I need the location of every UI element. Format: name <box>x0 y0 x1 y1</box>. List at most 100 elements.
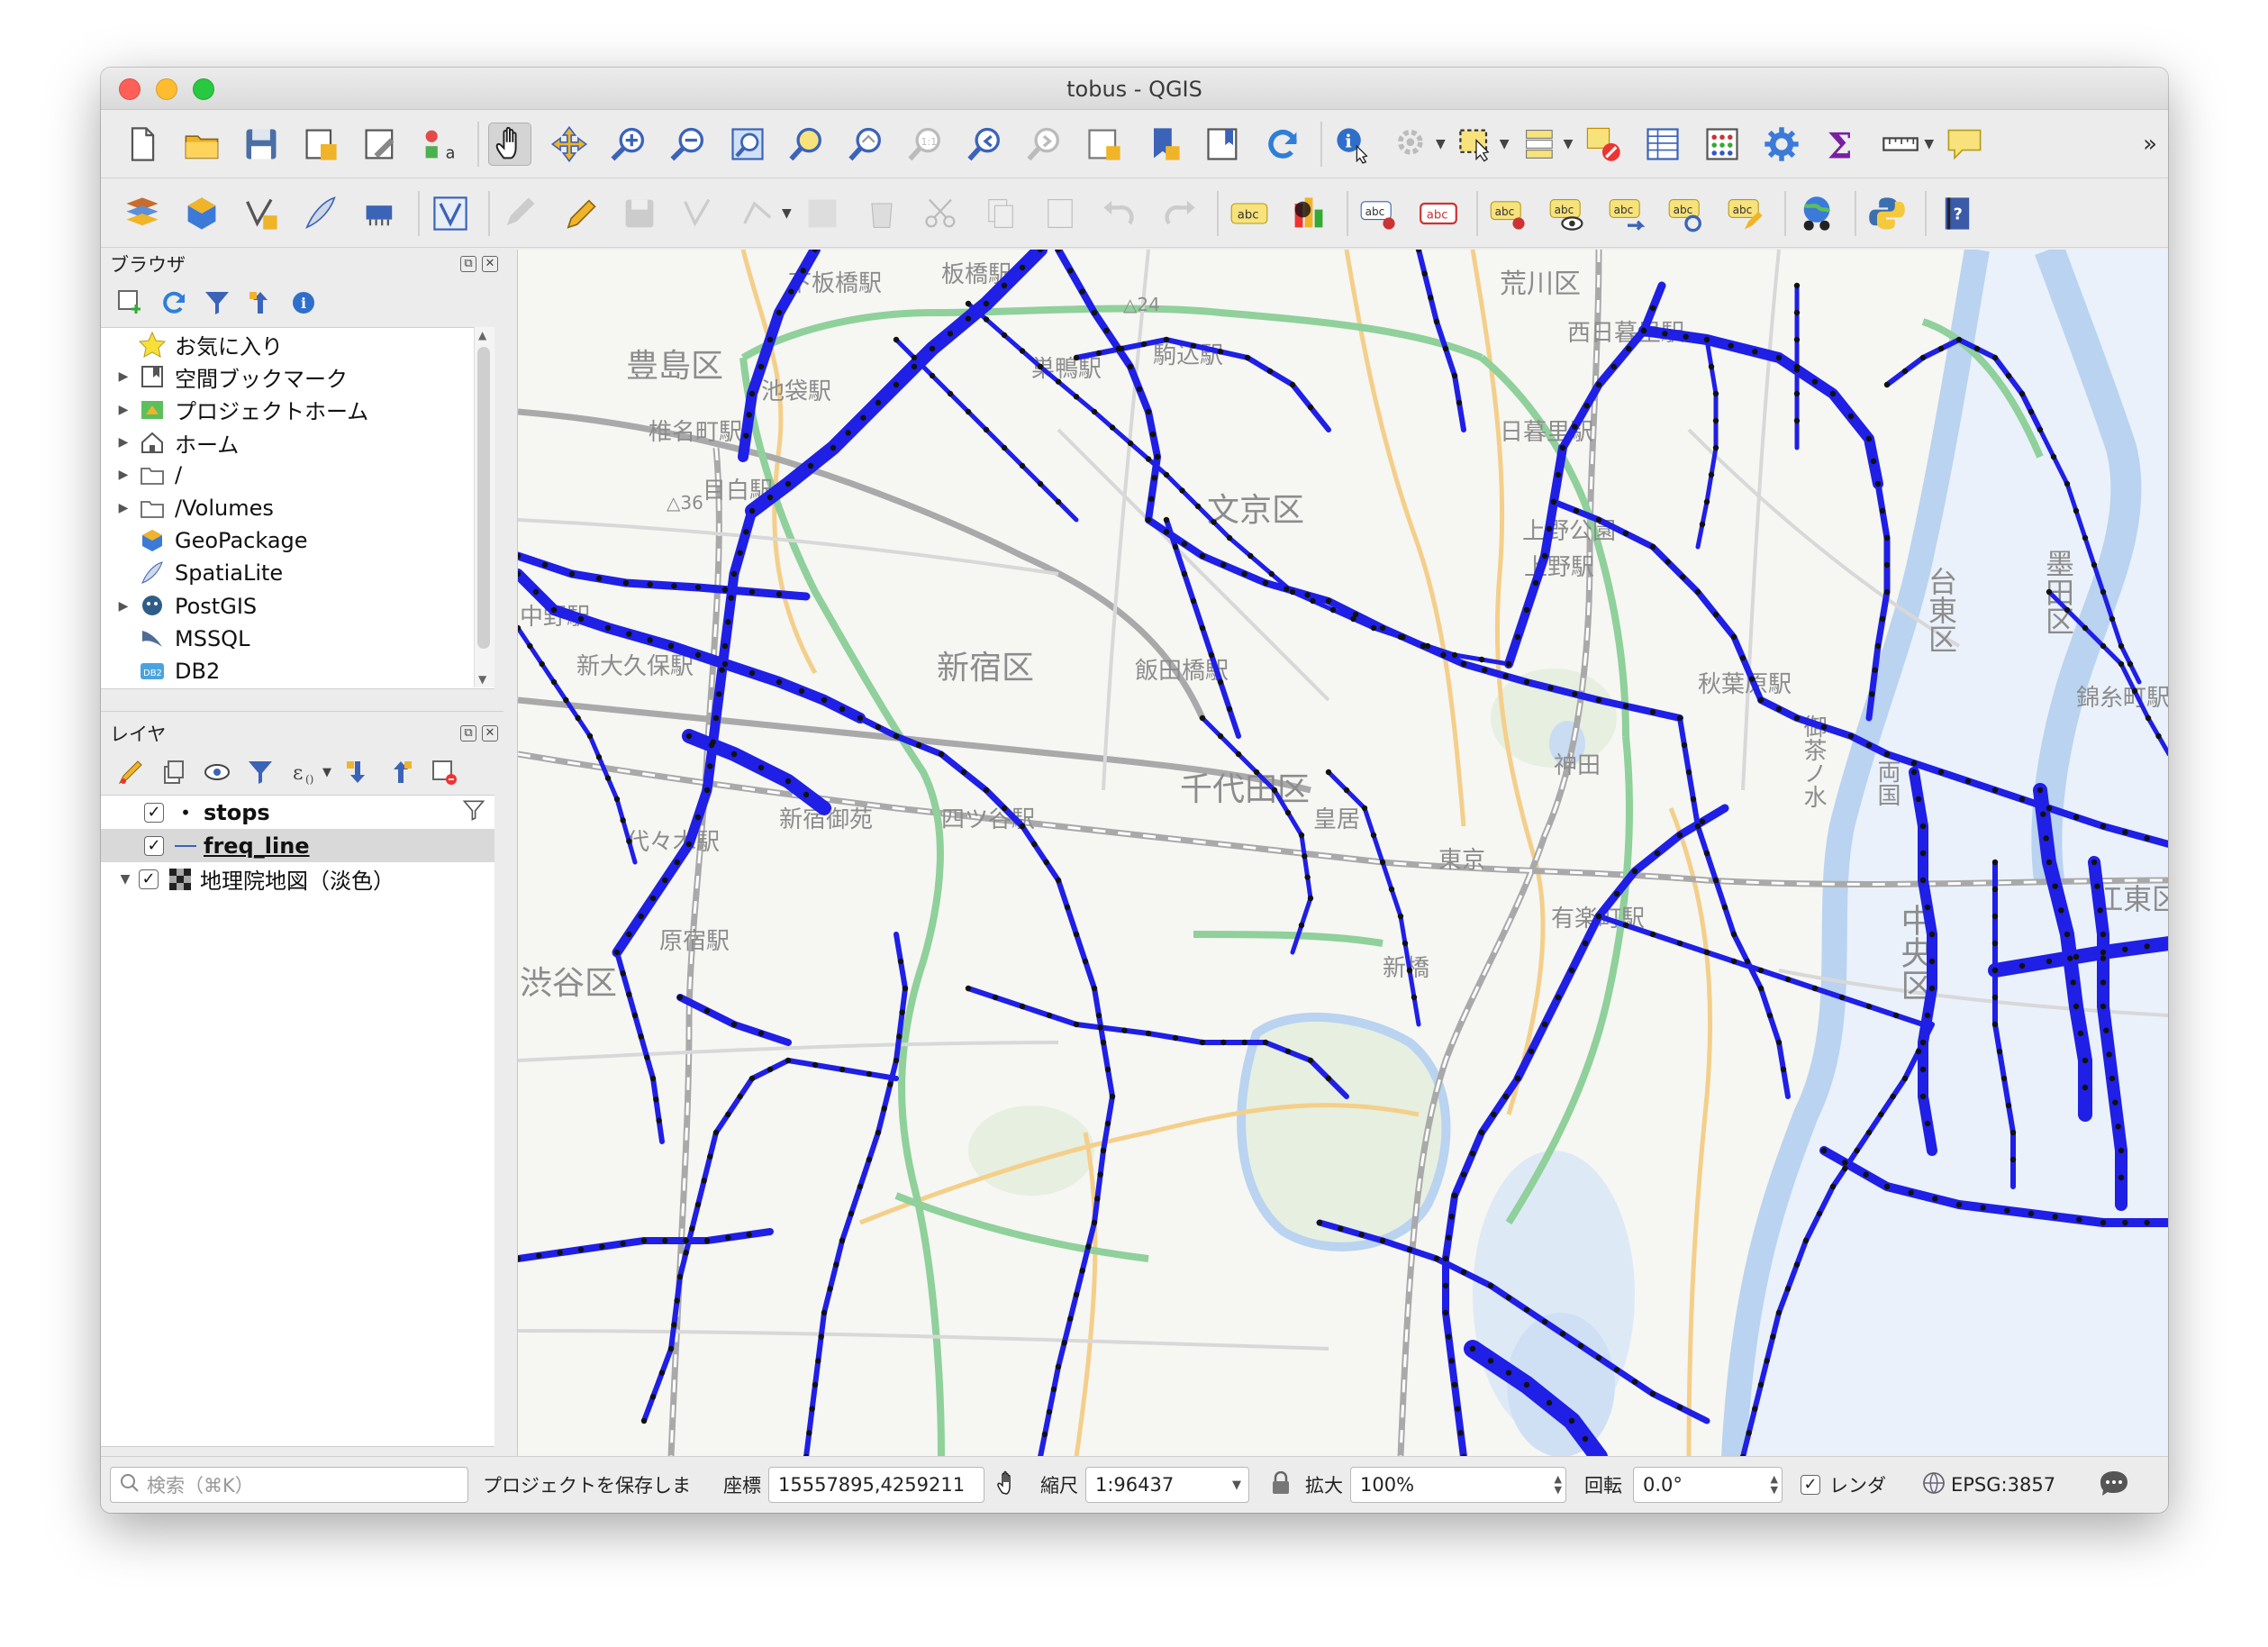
deselect-features-icon[interactable] <box>1582 123 1625 166</box>
zoom-out-icon[interactable] <box>667 123 710 166</box>
layer-visibility-checkbox[interactable]: ✓ <box>139 869 159 889</box>
zoom-next-icon[interactable] <box>1023 123 1066 166</box>
browser-item-2[interactable]: ▶ プロジェクトホーム <box>101 394 494 426</box>
toggle-editing-icon[interactable] <box>558 192 602 235</box>
expand-arrow-icon[interactable]: ▶ <box>110 468 137 482</box>
expand-arrow-icon[interactable]: ▶ <box>110 599 137 614</box>
select-by-expression-icon[interactable] <box>1519 123 1562 166</box>
map-svg[interactable]: 下板橋駅 板橋駅 荒川区豊島区池袋駅巣鴨駅 駒込駅西日暮里駅日暮里駅椎名町駅目白駅文京… <box>518 250 2168 1457</box>
magnifier-spinbox[interactable]: 100% ▲ ▼ <box>1350 1467 1566 1503</box>
browser-item-1[interactable]: ▶ 空間ブックマーク <box>101 360 494 393</box>
filter-by-expression-icon[interactable]: ε() <box>286 755 321 789</box>
browser-scrollbar[interactable]: ▲ ▼ <box>474 327 494 687</box>
layer-row-stops[interactable]: ✓ • stops <box>101 796 494 829</box>
move-label-icon[interactable]: abc <box>1487 192 1530 235</box>
browser-item-4[interactable]: ▶ / <box>101 459 494 491</box>
label-properties-icon[interactable]: abc <box>1725 192 1768 235</box>
browser-item-0[interactable]: お気に入り <box>101 328 494 360</box>
highlight-pinned-labels-icon[interactable]: abc <box>1417 192 1460 235</box>
chevron-down-icon[interactable]: ▼ <box>1500 137 1510 151</box>
browser-item-geopackage[interactable]: GeoPackage <box>101 524 494 557</box>
new-geopackage-layer-icon[interactable] <box>180 192 223 235</box>
lock-scale-icon[interactable] <box>1271 1470 1291 1499</box>
filter-browser-icon[interactable] <box>200 286 234 320</box>
redo-icon[interactable] <box>1157 192 1201 235</box>
copy-features-icon[interactable] <box>979 192 1022 235</box>
chevron-down-icon[interactable]: ▼ <box>1564 137 1574 151</box>
layer-visibility-checkbox[interactable]: ✓ <box>144 802 164 823</box>
add-group-icon[interactable] <box>157 755 191 789</box>
undo-icon[interactable] <box>1098 192 1141 235</box>
modify-attributes-icon[interactable] <box>801 192 844 235</box>
spinner-arrows-icon[interactable]: ▲ ▼ <box>1555 1474 1562 1496</box>
chevron-down-icon[interactable]: ▼ <box>1924 137 1934 151</box>
browser-item-spatialite[interactable]: SpatiaLite <box>101 557 494 589</box>
measure-line-icon[interactable] <box>1879 123 1922 166</box>
scroll-down-icon[interactable]: ▼ <box>478 673 486 686</box>
messages-icon[interactable] <box>2099 1470 2129 1501</box>
zoom-last-icon[interactable] <box>964 123 1007 166</box>
current-edits-icon[interactable] <box>499 192 542 235</box>
browser-item-wms-wmts[interactable]: WMS/WMTS <box>101 687 494 688</box>
paste-features-icon[interactable] <box>1039 192 1082 235</box>
expand-arrow-icon[interactable]: ▶ <box>110 435 137 450</box>
collapse-all-layers-icon[interactable] <box>384 755 418 789</box>
browser-item-3[interactable]: ▶ ホーム <box>101 426 494 459</box>
expand-arrow-icon[interactable]: ▶ <box>110 501 137 515</box>
save-project-icon[interactable] <box>240 123 283 166</box>
chevron-down-icon[interactable]: ▼ <box>1436 137 1446 151</box>
show-hide-labels-icon[interactable]: abc <box>1547 192 1590 235</box>
add-layer-icon[interactable] <box>113 286 148 320</box>
new-project-icon[interactable] <box>121 123 164 166</box>
zoom-to-selection-icon[interactable] <box>785 123 829 166</box>
crs-button[interactable]: EPSG:3857 <box>1951 1474 2055 1496</box>
run-feature-action-icon[interactable] <box>1391 123 1434 166</box>
zoom-in-icon[interactable] <box>607 123 650 166</box>
cut-features-icon[interactable] <box>920 192 963 235</box>
pan-map-icon[interactable] <box>488 122 531 166</box>
vertex-tool-icon[interactable] <box>737 192 780 235</box>
close-panel-icon[interactable]: ✕ <box>482 256 498 272</box>
refresh-icon[interactable] <box>1261 123 1304 166</box>
help-icon[interactable]: ? <box>1936 192 1979 235</box>
layer-labeling-icon[interactable]: abc <box>1228 192 1271 235</box>
toolbar-overflow-icon[interactable]: » <box>2143 131 2157 158</box>
manage-visibility-icon[interactable] <box>200 755 234 789</box>
collapse-all-icon[interactable] <box>243 286 277 320</box>
add-feature-icon[interactable] <box>677 192 721 235</box>
float-panel-icon[interactable]: ⧉ <box>460 725 476 742</box>
new-virtual-layer-icon[interactable] <box>429 192 472 235</box>
identify-features-icon[interactable]: i <box>1331 123 1374 166</box>
zoom-native-icon[interactable]: 1:1 <box>904 123 948 166</box>
show-bookmarks-icon[interactable] <box>1202 123 1245 166</box>
browser-item-mssql[interactable]: MSSQL <box>101 623 494 655</box>
scale-combobox[interactable]: 1:96437 ▼ <box>1085 1467 1249 1503</box>
delete-selected-icon[interactable] <box>860 192 903 235</box>
save-as-icon[interactable] <box>299 123 342 166</box>
select-features-icon[interactable] <box>1455 123 1498 166</box>
expand-all-icon[interactable] <box>340 755 375 789</box>
chevron-down-icon[interactable]: ▼ <box>322 766 331 779</box>
locator-search-input[interactable]: 検索（⌘K） <box>110 1467 468 1503</box>
quickmapservices-icon[interactable] <box>1795 192 1838 235</box>
data-source-manager-icon[interactable] <box>121 192 164 235</box>
style-panel-icon[interactable] <box>113 755 148 789</box>
render-checkbox[interactable]: ✓ <box>1801 1475 1820 1495</box>
crs-globe-icon[interactable] <box>1922 1471 1946 1499</box>
zoom-to-layer-icon[interactable] <box>845 123 888 166</box>
processing-toolbox-icon[interactable] <box>1760 123 1803 166</box>
scroll-thumb[interactable] <box>477 347 490 649</box>
filter-indicator-icon[interactable] <box>462 798 485 827</box>
new-temporary-layer-icon[interactable] <box>358 192 402 235</box>
map-tips-icon[interactable] <box>1943 123 1986 166</box>
scroll-up-icon[interactable]: ▲ <box>478 329 486 341</box>
chevron-down-icon[interactable]: ▼ <box>1232 1479 1241 1492</box>
save-layer-edits-icon[interactable] <box>618 192 661 235</box>
chevron-down-icon[interactable]: ▼ <box>112 872 139 887</box>
style-manager-icon[interactable]: a <box>418 123 461 166</box>
new-shapefile-layer-icon[interactable] <box>240 192 283 235</box>
python-console-icon[interactable] <box>1865 192 1909 235</box>
new-bookmark-icon[interactable] <box>1142 123 1185 166</box>
layer-row-gsi-pale[interactable]: ▼ ✓ 地理院地図（淡色） <box>101 862 494 896</box>
pin-labels-icon[interactable]: abc <box>1357 192 1401 235</box>
